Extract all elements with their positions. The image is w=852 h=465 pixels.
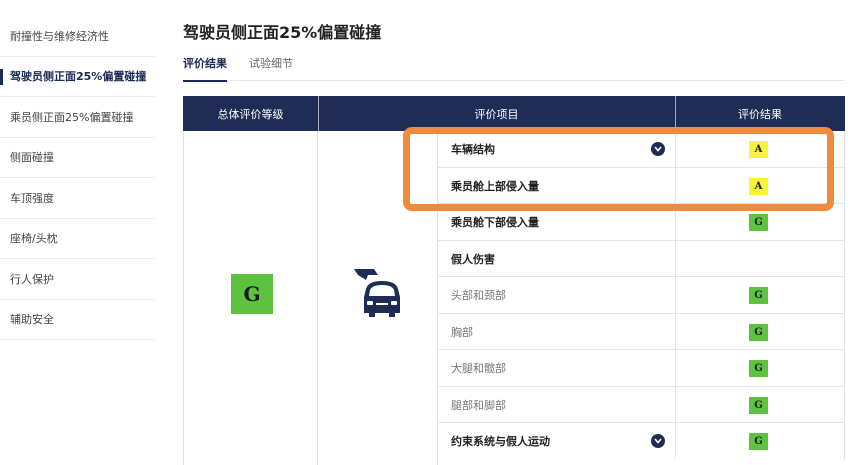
tab-bar: 评价结果 试验细节	[183, 55, 845, 82]
table-row: 车辆结构 A	[438, 131, 845, 168]
row-item-label: 大腿和髋部	[451, 362, 506, 375]
grade-badge: G	[749, 214, 768, 231]
sidebar-nav: 耐撞性与维修经济性 驾驶员侧正面25%偏置碰撞 乘员侧正面25%偏置碰撞 侧面碰…	[0, 16, 155, 340]
table-row: 乘员舱上部侵入量 A	[438, 167, 845, 204]
sidebar-item-pedestrian-protection[interactable]: 行人保护	[0, 259, 155, 300]
table-row: 大腿和髋部 G	[438, 350, 845, 387]
row-item-label: 胸部	[451, 325, 473, 339]
row-item-label: 乘员舱下部侵入量	[451, 216, 539, 229]
grade-badge: G	[749, 287, 768, 304]
grade-badge: G	[749, 360, 768, 377]
tab-results[interactable]: 评价结果	[183, 55, 227, 82]
page-title: 驾驶员侧正面25%偏置碰撞	[183, 23, 382, 42]
sidebar-item-driver-small-overlap[interactable]: 驾驶员侧正面25%偏置碰撞	[0, 57, 155, 97]
overall-grade-cell: G	[183, 131, 318, 465]
grade-badge: G	[749, 396, 768, 414]
sidebar-item-side-impact[interactable]: 侧面碰撞	[0, 138, 155, 178]
sidebar-item-assist-safety[interactable]: 辅助安全	[0, 300, 155, 340]
test-type-cell	[318, 131, 438, 465]
overall-grade-badge: G	[231, 274, 273, 314]
table-row: 头部和颈部 G	[438, 277, 845, 314]
row-item-label: 腿部和脚部	[451, 398, 506, 412]
grade-badge: G	[749, 433, 768, 450]
chevron-down-icon[interactable]	[651, 142, 665, 156]
row-item-label: 假人伤害	[451, 252, 495, 266]
table-row: 腿部和脚部 G	[438, 386, 845, 423]
row-item-label: 乘员舱上部侵入量	[451, 179, 539, 193]
table-row: 乘员舱下部侵入量 G	[438, 204, 845, 241]
grade-badge: A	[749, 141, 768, 158]
table-row: 胸部 G	[438, 313, 845, 350]
table-header: 总体评价等级 评价项目 评价结果	[183, 96, 845, 131]
rating-table: 总体评价等级 评价项目 评价结果 G 车辆结构 A 乘员舱上部侵入量 A 乘员舱…	[183, 96, 845, 465]
row-item-label: 车辆结构	[451, 143, 495, 156]
header-overall: 总体评价等级	[217, 107, 284, 121]
sidebar-item-passenger-small-overlap[interactable]: 乘员侧正面25%偏置碰撞	[0, 97, 155, 138]
sidebar-item-seat-headrest[interactable]: 座椅/头枕	[0, 219, 155, 259]
chevron-down-icon[interactable]	[651, 434, 665, 448]
offset-crash-car-icon	[354, 269, 400, 317]
tab-test-details[interactable]: 试验细节	[249, 55, 293, 81]
table-row: 假人伤害	[438, 240, 845, 277]
header-items: 评价项目	[474, 107, 519, 121]
grade-badge: G	[749, 323, 768, 341]
grade-badge: A	[749, 177, 768, 195]
row-item-label: 头部和颈部	[451, 289, 506, 302]
row-item-label: 约束系统与假人运动	[451, 435, 550, 448]
sidebar-item-roof-strength[interactable]: 车顶强度	[0, 178, 155, 219]
header-result: 评价结果	[738, 107, 782, 121]
table-row: 约束系统与假人运动 G	[438, 423, 845, 459]
sidebar-item-crashworthiness[interactable]: 耐撞性与维修经济性	[0, 16, 155, 57]
